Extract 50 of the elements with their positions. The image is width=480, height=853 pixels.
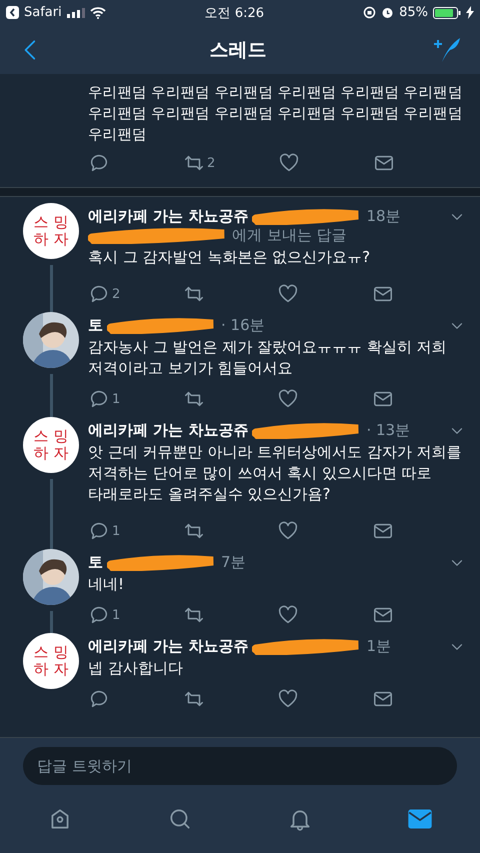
heart-icon[interactable]: [277, 283, 299, 305]
display-name[interactable]: 토: [88, 316, 103, 335]
tweet-text: 감자농사 그 발언은 제가 잘랐어요ㅠㅠㅠ 확실히 저희 저격이라고 보기가 힘들어서요: [88, 337, 448, 379]
battery-percent: 85%: [399, 5, 428, 20]
back-app-label[interactable]: Safari: [24, 5, 62, 20]
reply-count: 2: [112, 286, 120, 302]
retweet-count: 2: [207, 156, 216, 170]
battery-icon: [432, 6, 461, 18]
reply-icon[interactable]: [88, 520, 110, 542]
reply-input-field[interactable]: 답글 트윗하기: [23, 747, 457, 785]
heart-icon[interactable]: [278, 152, 300, 174]
tweet-time: · 13분: [366, 421, 410, 440]
reply-icon[interactable]: [88, 604, 110, 626]
compose-tweet-icon[interactable]: [432, 36, 462, 64]
reply-count: 1: [112, 392, 120, 406]
wifi-icon: [90, 6, 106, 18]
reply-icon[interactable]: [88, 152, 110, 174]
heart-icon[interactable]: [277, 604, 299, 626]
charging-icon: [466, 6, 474, 19]
display-name[interactable]: 에리카페 가는 차뇨공쥬: [88, 421, 248, 440]
signal-icon: [66, 8, 85, 18]
back-icon[interactable]: [6, 6, 19, 19]
reply-icon[interactable]: [88, 283, 110, 305]
tweet-text: 혹시 그 감자발언 녹화본은 없으신가요ㅠ?: [88, 247, 372, 268]
reply-count: 1: [112, 608, 120, 622]
avatar[interactable]: 스 밍 하 자: [23, 203, 79, 259]
avatar[interactable]: 스 밍 하 자: [23, 417, 79, 473]
avatar[interactable]: 스 밍 하 자: [23, 633, 79, 689]
tweet-text: 넵 감사합니다: [88, 658, 184, 679]
tweet-time: · 16분: [221, 316, 265, 335]
display-name[interactable]: 토: [88, 553, 103, 572]
reply-icon[interactable]: [88, 388, 110, 410]
alarm-icon: [381, 6, 394, 19]
display-name[interactable]: 에리카페 가는 차뇨공쥬: [88, 637, 248, 656]
tweet-time: 1분: [366, 637, 391, 656]
reply-to-label: 에게 보내는 답글: [232, 226, 347, 245]
tweet-text: 네네!: [88, 574, 126, 595]
screen-title: 스레드: [210, 38, 266, 62]
tweet-time: 7분: [221, 553, 246, 572]
rotation-lock-icon: [363, 6, 376, 19]
tweet-text: 우리팬덤 우리팬덤 우리팬덤 우리팬덤 우리팬덤 우리팬덤 우리팬덤 우리팬덤 우리팬덤 우리팬덤 우리팬덤 우리팬덤 우리팬덤: [88, 83, 464, 145]
heart-icon[interactable]: [277, 688, 299, 710]
tweet-time: 18분: [366, 207, 401, 226]
heart-icon[interactable]: [277, 388, 299, 410]
reply-icon[interactable]: [88, 688, 110, 710]
clock: 오전 6:26: [204, 4, 264, 22]
reply-count: 1: [112, 524, 120, 538]
tweet-text: 앗 근데 커뮤뿐만 아니라 트위터상에서도 감자가 저희를 저격하는 단어로 많이 쓰여서 혹시 있으시다면 따로 타래로라도 올려주실수 있으신가욤?: [88, 442, 463, 505]
heart-icon[interactable]: [277, 520, 299, 542]
display-name[interactable]: 에리카페 가는 차뇨공쥬: [88, 207, 248, 226]
